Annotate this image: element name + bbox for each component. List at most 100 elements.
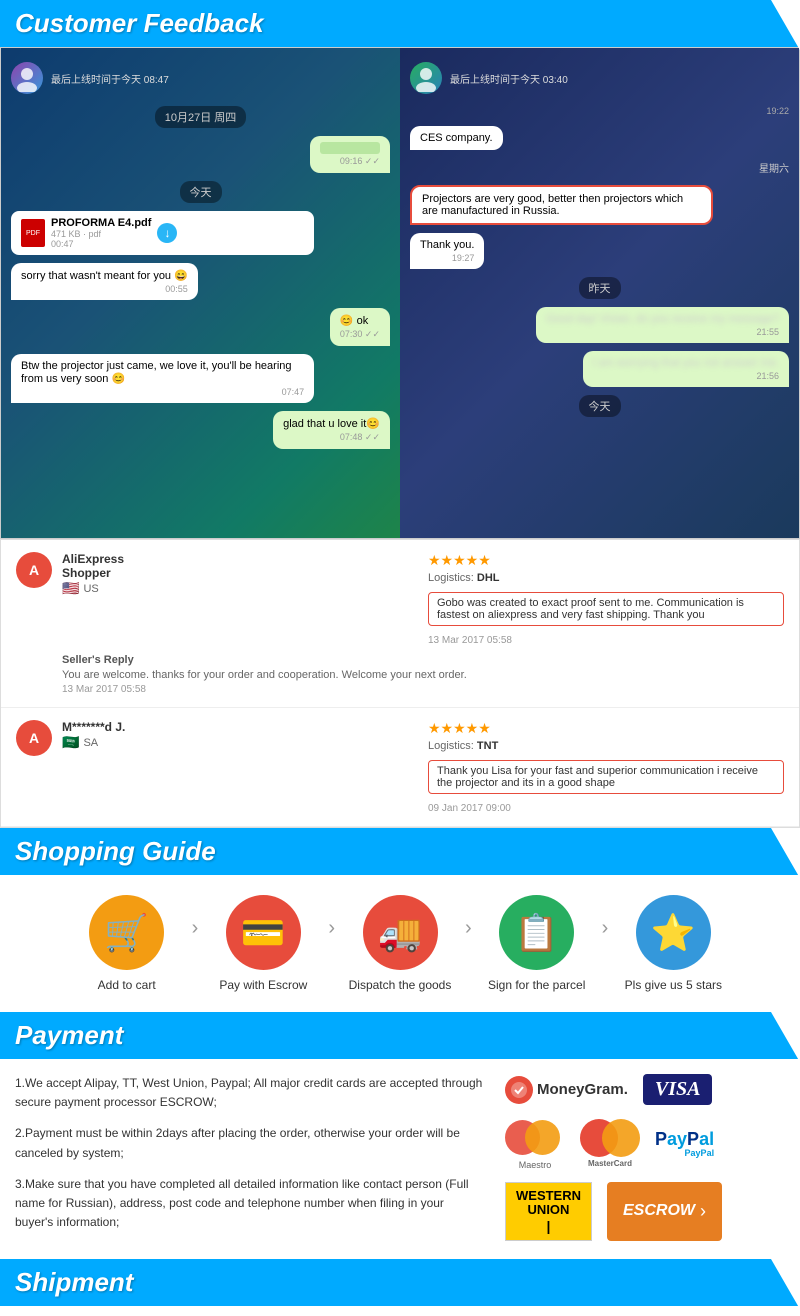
blurred-bubble-1: Good day! Vivian, do you receive my mess… bbox=[536, 307, 789, 343]
pay-escrow-icon-circle: 💳 bbox=[226, 895, 301, 970]
stars-1: ★★★★★ bbox=[428, 552, 784, 569]
logo-row-2: Maestro MasterCard PayPal PayPal bbox=[505, 1117, 714, 1170]
chat-left-panel: 最后上线时间于今天 08:47 10月27日 周四 09:16 ✓✓ 今天 PD… bbox=[1, 48, 400, 538]
download-button[interactable]: ↓ bbox=[157, 223, 177, 243]
chat-date-oct27: 10月27日 周四 bbox=[155, 106, 247, 128]
shopping-steps: 🛒 Add to cart › 💳 Pay with Escrow › 🚚 Di… bbox=[0, 875, 800, 1012]
customer-feedback-title: Customer Feedback bbox=[15, 8, 264, 39]
review-item-2: A M*******d J. 🇸🇦 SA ★★★★★ Logistics: TN… bbox=[1, 708, 799, 827]
step-dispatch-goods: 🚚 Dispatch the goods bbox=[340, 895, 460, 992]
reviewer-1-name: AliExpressShopper bbox=[62, 552, 418, 580]
sorry-msg: sorry that wasn't meant for you 😄 bbox=[21, 270, 188, 282]
blurred-time-2: 21:56 bbox=[593, 371, 779, 381]
arrow-3: › bbox=[465, 917, 472, 940]
arrow-2: › bbox=[328, 917, 335, 940]
mc-circle-orange bbox=[602, 1119, 640, 1157]
payment-text-column: 1.We accept Alipay, TT, West Union, Payp… bbox=[15, 1074, 485, 1244]
paypal-p-blue: P bbox=[655, 1129, 667, 1149]
thank-time: 19:27 bbox=[420, 253, 474, 263]
visa-logo: VISA bbox=[643, 1074, 713, 1105]
moneygram-logo: MoneyGram. bbox=[505, 1076, 628, 1104]
mastercard-logo-wrapper: MasterCard bbox=[580, 1119, 640, 1168]
chat-left-status: 最后上线时间于今天 08:47 bbox=[51, 71, 169, 86]
chat-left-avatar bbox=[11, 62, 43, 94]
filesize: 471 KB · pdf bbox=[51, 229, 151, 239]
customer-feedback-header: Customer Feedback bbox=[0, 0, 800, 47]
western-union-logo: WESTERN UNION | bbox=[505, 1182, 592, 1241]
chat-left-header: 最后上线时间于今天 08:47 bbox=[11, 58, 390, 98]
step-give-stars: ⭐ Pls give us 5 stars bbox=[613, 895, 733, 992]
pay-escrow-icon: 💳 bbox=[241, 912, 286, 954]
western-union-pipe: | bbox=[547, 1218, 551, 1234]
country-sa: SA bbox=[83, 737, 98, 749]
logo-row-3: WESTERN UNION | ESCROW › bbox=[505, 1182, 722, 1241]
payment-text-3: 3.Make sure that you have completed all … bbox=[15, 1175, 485, 1233]
maestro-logo-wrapper: Maestro bbox=[505, 1117, 565, 1170]
escrow-arrow: › bbox=[700, 1201, 706, 1222]
projector-review-bubble: Projectors are very good, better then pr… bbox=[410, 185, 713, 225]
logistics-1-value: DHL bbox=[477, 572, 500, 584]
paypal-p-blue2: P bbox=[687, 1129, 699, 1149]
logistics-2-value: TNT bbox=[477, 740, 498, 752]
projector-review-text: Projectors are very good, better then pr… bbox=[422, 193, 683, 217]
paypal-al: al bbox=[699, 1129, 714, 1149]
shipment-title: Shipment bbox=[15, 1267, 133, 1298]
chat-date-today-left: 今天 bbox=[180, 181, 222, 203]
chat-right-header: 最后上线时间于今天 03:40 bbox=[410, 58, 789, 98]
country-us: US bbox=[83, 583, 98, 595]
stars-icon: ⭐ bbox=[651, 912, 696, 954]
maestro-logo bbox=[505, 1117, 565, 1157]
yesterday-label: 昨天 bbox=[579, 277, 621, 299]
sign-icon-circle: 📋 bbox=[499, 895, 574, 970]
step-sign-parcel: 📋 Sign for the parcel bbox=[477, 895, 597, 992]
stars-label: Pls give us 5 stars bbox=[625, 978, 722, 992]
mastercard-circles bbox=[580, 1119, 640, 1157]
blurred-text-1: Good day! Vivian, do you receive my mess… bbox=[546, 313, 779, 325]
paypal-pay: ay bbox=[667, 1129, 687, 1149]
review-date-2: 09 Jan 2017 09:00 bbox=[428, 803, 784, 814]
today-right-label: 今天 bbox=[579, 395, 621, 417]
escrow-text: ESCROW bbox=[623, 1202, 695, 1220]
file-bubble: PDF PROFORMA E4.pdf 471 KB · pdf 00:47 ↓ bbox=[11, 211, 314, 255]
blurred-time-1: 21:55 bbox=[546, 327, 779, 337]
glad-msg: glad that u love it😊 bbox=[283, 418, 380, 430]
filename: PROFORMA E4.pdf bbox=[51, 217, 151, 229]
chat-bubble-projector: Btw the projector just came, we love it,… bbox=[11, 354, 314, 403]
blurred-text-2: I am worrying that you not answer me. bbox=[593, 357, 779, 369]
chat-bubble-ok: 😊 ok 07:30 ✓✓ bbox=[330, 308, 390, 346]
ok-msg: 😊 ok bbox=[340, 315, 368, 327]
stars-icon-circle: ⭐ bbox=[636, 895, 711, 970]
review-text-1: Gobo was created to exact proof sent to … bbox=[428, 592, 784, 626]
seller-reply-label: Seller's Reply bbox=[62, 654, 784, 666]
dispatch-icon-circle: 🚚 bbox=[363, 895, 438, 970]
chat-right-avatar bbox=[410, 62, 442, 94]
company-name: CES company. bbox=[420, 132, 493, 144]
western-union-text-2: UNION bbox=[528, 1203, 570, 1217]
shipment-header: Shipment bbox=[0, 1259, 800, 1306]
logistics-1: Logistics: DHL bbox=[428, 572, 784, 584]
payment-logos-column: MoneyGram. VISA Maestro bbox=[505, 1074, 785, 1244]
payment-text-1: 1.We accept Alipay, TT, West Union, Payp… bbox=[15, 1074, 485, 1112]
projector-time: 07:47 bbox=[21, 387, 304, 397]
filetime: 00:47 bbox=[51, 239, 151, 249]
payment-header: Payment bbox=[0, 1012, 800, 1059]
step-pay-escrow: 💳 Pay with Escrow bbox=[203, 895, 323, 992]
mastercard-text: MasterCard bbox=[588, 1159, 632, 1168]
chat-bubble-glad: glad that u love it😊 07:48 ✓✓ bbox=[273, 411, 390, 449]
dispatch-icon: 🚚 bbox=[378, 912, 423, 954]
mg-icon bbox=[505, 1076, 533, 1104]
glad-time: 07:48 ✓✓ bbox=[283, 432, 380, 443]
payment-section: Payment 1.We accept Alipay, TT, West Uni… bbox=[0, 1012, 800, 1259]
add-to-cart-icon-circle: 🛒 bbox=[89, 895, 164, 970]
add-to-cart-label: Add to cart bbox=[98, 978, 156, 992]
stars-2: ★★★★★ bbox=[428, 720, 784, 737]
payment-title: Payment bbox=[15, 1020, 123, 1051]
blurred-bubble-2: I am worrying that you not answer me. 21… bbox=[583, 351, 789, 387]
sorry-time: 00:55 bbox=[21, 284, 188, 294]
payment-content: 1.We accept Alipay, TT, West Union, Payp… bbox=[0, 1059, 800, 1259]
ok-time: 07:30 ✓✓ bbox=[340, 329, 380, 340]
projector-msg: Btw the projector just came, we love it,… bbox=[21, 360, 292, 385]
seller-reply-date-1: 13 Mar 2017 05:58 bbox=[62, 684, 784, 695]
chat-bubble-text-empty bbox=[320, 142, 380, 154]
chat-right-timestamp: 19:22 bbox=[766, 106, 789, 116]
